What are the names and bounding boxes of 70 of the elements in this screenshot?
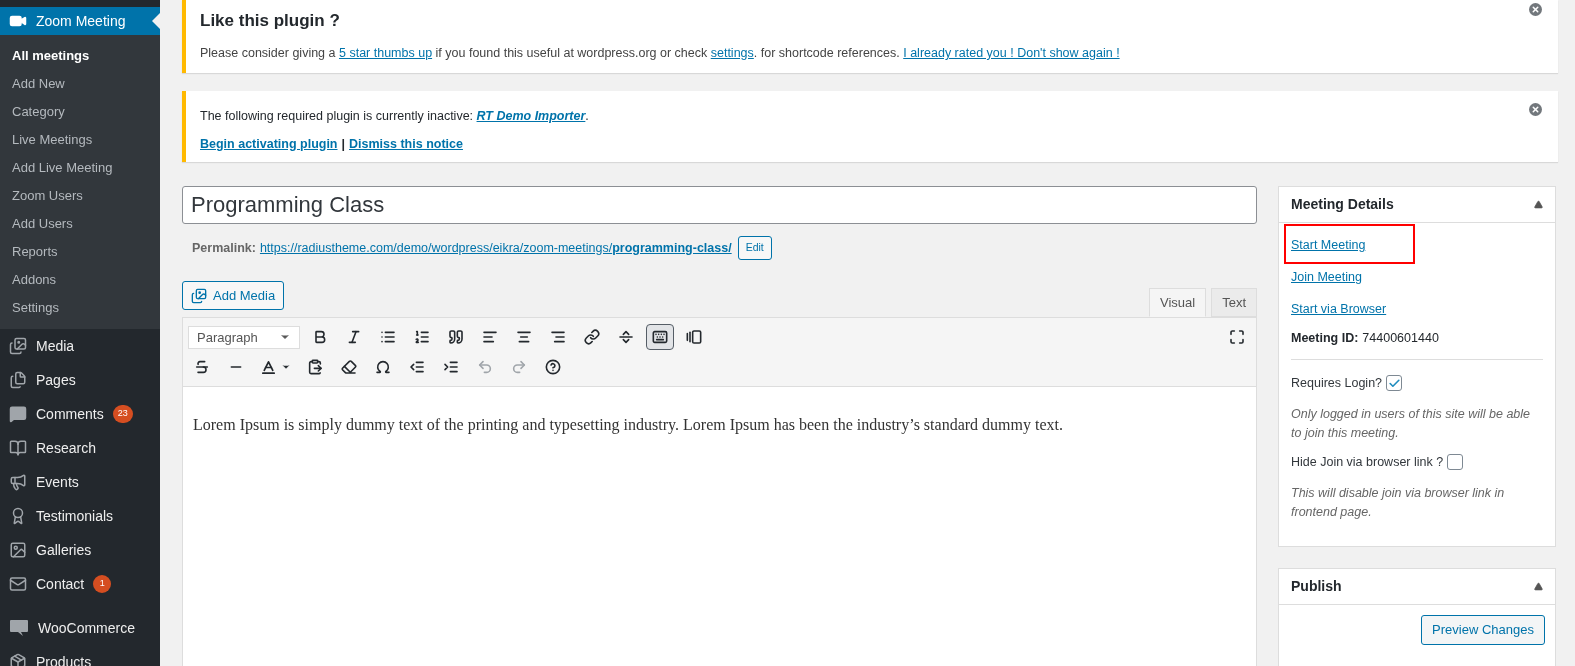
- notice-action-link[interactable]: Begin activating plugin: [200, 134, 338, 154]
- box-title: Publish: [1291, 576, 1342, 596]
- sidebar-item[interactable]: Contact 1: [0, 567, 160, 601]
- count-badge: 23: [112, 405, 133, 423]
- meeting-link[interactable]: Start Meeting: [1291, 235, 1366, 255]
- media-icon: [9, 337, 27, 355]
- dismiss-icon[interactable]: [1529, 102, 1542, 116]
- toolbar-toggle-icon[interactable]: [646, 324, 674, 351]
- submenu-item[interactable]: Add Users: [0, 210, 160, 238]
- separator-text: |: [341, 135, 345, 153]
- meeting-link[interactable]: Join Meeting: [1291, 267, 1362, 287]
- dismiss-icon[interactable]: [1529, 3, 1542, 16]
- notice-link[interactable]: settings: [710, 46, 754, 60]
- preview-changes-button[interactable]: Preview Changes: [1421, 614, 1545, 645]
- box-icon: [9, 653, 27, 666]
- option-note: This will disable join via browser link in frontend page.: [1291, 484, 1506, 521]
- meeting-link[interactable]: Start via Browser: [1291, 299, 1387, 319]
- media-icon: [191, 287, 207, 304]
- notice-text: Please consider giving a 5 star thumbs up if you found this useful at wordpress.org or check settings. for shortcode references. I already rated you ! Don't show again !: [200, 45, 1120, 62]
- checkbox[interactable]: [1447, 454, 1464, 471]
- megaphone-icon: [9, 473, 27, 491]
- submenu-item[interactable]: Addons: [0, 266, 160, 294]
- sidebar-item[interactable]: WooCommerce: [0, 611, 160, 645]
- submenu-item[interactable]: Add Live Meeting: [0, 154, 160, 182]
- box-title: Meeting Details: [1291, 195, 1394, 215]
- permalink-link[interactable]: https://radiustheme.com/demo/wordpress/eikra/zoom-meetings/programming-class/: [259, 238, 732, 258]
- edit-button[interactable]: Edit: [737, 236, 772, 261]
- submenu-item[interactable]: Add New: [0, 70, 160, 98]
- collapse-toggle[interactable]: [1534, 200, 1543, 210]
- sidebar-item[interactable]: Products: [0, 645, 160, 666]
- sidebar-item[interactable]: Testimonials: [0, 499, 160, 533]
- count-badge: 1: [93, 575, 112, 593]
- notice-title: Like this plugin ?: [200, 10, 340, 30]
- plugin-link[interactable]: RT Demo Importer: [476, 108, 586, 123]
- title-field[interactable]: Programming Class: [182, 186, 1257, 225]
- submenu-item[interactable]: Category: [0, 98, 160, 126]
- meeting-id-value: 74400601440: [1362, 330, 1439, 348]
- sidebar-item[interactable]: Zoom Meeting: [0, 7, 160, 35]
- sidebar-item[interactable]: Galleries: [0, 533, 160, 567]
- option-note: Only logged in users of this site will be able to join this meeting.: [1291, 405, 1531, 442]
- post-content: Lorem Ipsum is simply dummy text of the printing and typesetting industry. Lorem Ipsum has been the industry’s standard dummy text.: [192, 415, 1064, 436]
- submenu-item[interactable]: Zoom Users: [0, 182, 160, 210]
- pages-icon: [9, 371, 27, 389]
- submenu-item[interactable]: Live Meetings: [0, 126, 160, 154]
- sidebar-item[interactable]: Comments 23: [0, 397, 160, 431]
- meeting-id-label: Meeting ID:: [1291, 330, 1359, 348]
- submenu-item[interactable]: All meetings: [0, 42, 160, 70]
- speech-bubble-icon: [9, 405, 27, 423]
- option-label: Hide Join via browser link ?: [1291, 453, 1444, 471]
- speech-bubble-icon: [9, 619, 29, 637]
- book-icon: [9, 439, 27, 457]
- submenu-item[interactable]: Reports: [0, 238, 160, 266]
- checkbox[interactable]: [1386, 375, 1403, 392]
- envelope-icon: [9, 575, 27, 593]
- sidebar-item[interactable]: Research: [0, 431, 160, 465]
- sidebar-item[interactable]: Events: [0, 465, 160, 499]
- collapse-toggle[interactable]: [1534, 581, 1543, 591]
- editor-tab[interactable]: Visual: [1148, 288, 1207, 318]
- submenu-item[interactable]: Settings: [0, 294, 160, 322]
- format-select[interactable]: Paragraph: [188, 325, 300, 349]
- sidebar-item[interactable]: Pages: [0, 363, 160, 397]
- notice-text: The following required plugin is currently inactive: RT Demo Importer.: [200, 107, 589, 125]
- editor-tab[interactable]: Text: [1211, 288, 1257, 318]
- add-media-button[interactable]: Add Media: [182, 281, 285, 311]
- option-label: Requires Login?: [1291, 375, 1383, 392]
- permalink-label: Permalink:: [192, 239, 256, 257]
- sidebar-item[interactable]: Media: [0, 329, 160, 363]
- notice-link[interactable]: I already rated you ! Don't show again !: [903, 46, 1120, 60]
- notice-link[interactable]: 5 star thumbs up: [339, 46, 433, 60]
- notice-action-link[interactable]: Dismiss this notice: [349, 134, 463, 154]
